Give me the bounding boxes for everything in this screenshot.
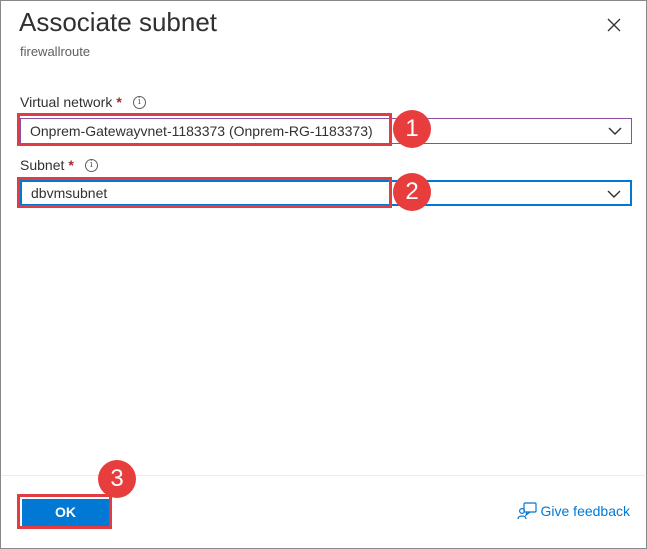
panel-title: Associate subnet (19, 7, 218, 37)
ok-button[interactable]: OK (22, 499, 109, 526)
give-feedback-link[interactable]: Give feedback (516, 502, 631, 520)
info-icon[interactable]: i (132, 95, 146, 109)
virtual-network-dropdown[interactable]: Onprem-Gatewayvnet-1183373 (Onprem-RG-11… (20, 118, 632, 144)
chevron-down-icon (607, 124, 623, 138)
associate-subnet-panel: Associate subnet firewallroute Virtual n… (0, 0, 647, 549)
info-icon[interactable]: i (84, 158, 98, 172)
subnet-dropdown[interactable]: dbvmsubnet (20, 180, 632, 206)
callout-badge-3: 3 (98, 460, 136, 498)
virtual-network-label: Virtual network * i (20, 94, 146, 110)
subnet-label: Subnet * i (20, 157, 98, 173)
chevron-down-icon (606, 187, 622, 201)
virtual-network-label-text: Virtual network (20, 94, 113, 110)
subnet-label-text: Subnet (20, 157, 65, 173)
subnet-value: dbvmsubnet (31, 185, 108, 201)
close-icon[interactable] (604, 15, 624, 35)
virtual-network-value: Onprem-Gatewayvnet-1183373 (Onprem-RG-11… (30, 123, 373, 139)
give-feedback-label: Give feedback (540, 503, 631, 519)
panel-subtitle: firewallroute (20, 44, 91, 59)
feedback-icon (516, 502, 537, 520)
required-mark: * (116, 94, 122, 110)
callout-badge-2: 2 (393, 173, 431, 211)
required-mark: * (68, 157, 74, 173)
callout-badge-1: 1 (393, 110, 431, 148)
